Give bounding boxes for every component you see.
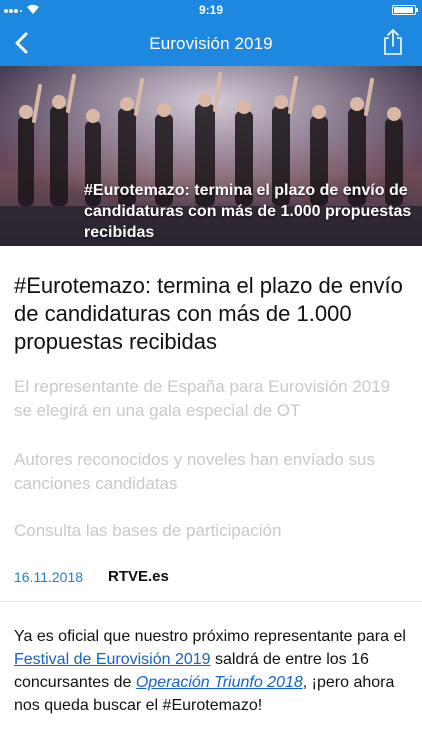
hero-caption: #Eurotemazo: termina el plazo de envío d… <box>84 182 412 241</box>
operacion-triunfo-link[interactable]: Operación Triunfo 2018 <box>136 674 303 691</box>
article-subtitle-link[interactable]: Consulta las bases de participación <box>14 519 408 543</box>
status-time: 9:19 <box>198 3 224 17</box>
festival-link[interactable]: Festival de Eurovisión 2019 <box>14 651 211 668</box>
page-title: Eurovisión 2019 <box>149 34 273 53</box>
share-icon[interactable] <box>382 28 404 56</box>
article-body: Ya es oficial que nuestro próximo repres… <box>14 625 408 717</box>
navigation-bar: Eurovisión 2019 <box>0 20 422 66</box>
article-headline: #Eurotemazo: termina el plazo de envío d… <box>14 273 403 354</box>
body-text: Ya es oficial que nuestro próximo repres… <box>14 628 406 645</box>
battery-icon <box>392 5 418 15</box>
status-bar: 9:19 <box>0 0 422 20</box>
divider <box>0 601 422 602</box>
article-subtitle: El representante de España para Eurovisi… <box>14 377 391 420</box>
hero-image[interactable]: #Eurotemazo: termina el plazo de envío d… <box>0 66 422 246</box>
article-source: RTVE.es <box>108 568 169 585</box>
article-date: 16.11.2018 <box>14 569 84 585</box>
article-subtitle: Autores reconocidos y noveles han envíad… <box>14 450 376 493</box>
